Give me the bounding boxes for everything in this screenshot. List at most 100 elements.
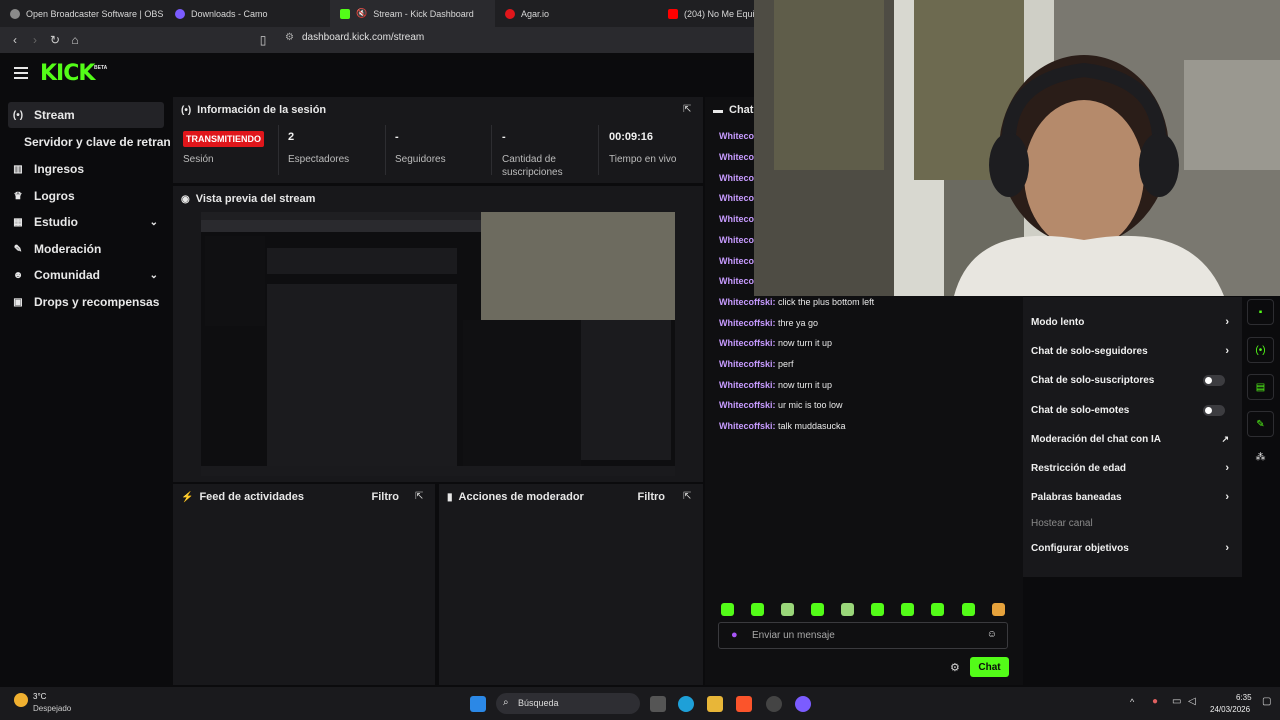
weather-icon[interactable]	[14, 693, 28, 707]
brave-icon[interactable]	[736, 696, 752, 712]
microphone-icon[interactable]: ●	[731, 629, 738, 641]
chat-user[interactable]: Whiteco	[719, 173, 754, 183]
camo-icon[interactable]	[795, 696, 811, 712]
wrench-icon[interactable]: ✎	[1247, 411, 1274, 437]
edge-icon[interactable]	[678, 696, 694, 712]
emoji-icon[interactable]: ☺	[987, 629, 997, 640]
setting-banned-words[interactable]: Palabras baneadas ›	[1031, 488, 1233, 506]
expand-icon[interactable]: ⇱	[683, 104, 695, 116]
share-icon[interactable]: ⁂	[1247, 452, 1274, 472]
setting-ai-moderation[interactable]: Moderación del chat con IA ↗	[1031, 430, 1233, 448]
emote-icon[interactable]	[871, 603, 884, 616]
forward-icon[interactable]: ›	[28, 33, 42, 47]
chat-placeholder: Enviar un mensaje	[752, 630, 835, 641]
sidebar-item-logros[interactable]: ♛ Logros	[8, 183, 164, 209]
network-icon[interactable]: ▭	[1172, 696, 1181, 707]
subscribers-only-toggle[interactable]	[1203, 374, 1225, 386]
emote-icon[interactable]	[751, 603, 764, 616]
setting-age-restriction[interactable]: Restricción de edad ›	[1031, 459, 1233, 477]
activity-filter-button[interactable]: Filtro	[372, 491, 400, 503]
bookmark-icon[interactable]: ▯	[256, 33, 270, 47]
sidebar-item-ingresos[interactable]: ▥ Ingresos	[8, 156, 164, 182]
stream-preview-header: ◉ Vista previa del stream	[181, 193, 316, 205]
chevron-right-icon: ›	[1225, 316, 1229, 328]
chat-user[interactable]: Whiteco	[719, 276, 754, 286]
taskbar-search[interactable]: ⌕ Búsqueda	[496, 693, 640, 714]
emote-icon[interactable]	[811, 603, 824, 616]
chat-message: Whitecoffski: thre ya go	[719, 318, 819, 328]
emote-icon[interactable]	[721, 603, 734, 616]
tab-kick[interactable]: 🔇 Stream - Kick Dashboard	[330, 0, 495, 27]
chat-message-input[interactable]: ● Enviar un mensaje ☺	[718, 622, 1008, 649]
sidebar: (•) Stream Servidor y clave de retransm …	[0, 95, 170, 685]
mod-filter-button[interactable]: Filtro	[638, 491, 666, 503]
setting-followers-only[interactable]: Chat de solo-seguidores ›	[1031, 342, 1233, 360]
viewers-stat: 2 Espectadores	[288, 131, 350, 165]
reload-icon[interactable]: ↻	[48, 33, 62, 47]
volume-icon[interactable]: ◁	[1188, 696, 1196, 707]
url-field[interactable]: ⚙ dashboard.kick.com/stream	[285, 32, 424, 43]
chat-send-button[interactable]: Chat	[970, 657, 1009, 677]
emote-icon[interactable]	[992, 603, 1005, 616]
sidebar-item-server-key[interactable]: Servidor y clave de retransm	[20, 129, 170, 155]
notification-icon[interactable]: ▢	[1262, 696, 1271, 707]
emote-icon[interactable]	[841, 603, 854, 616]
chat-message: Whitecoffski: now turn it up	[719, 338, 833, 348]
clock-time[interactable]: 6:35	[1236, 693, 1252, 702]
chat-bubble-icon[interactable]: ▪	[1247, 299, 1274, 325]
session-info-panel: (•) Información de la sesión ⇱ TRANSMITI…	[173, 97, 703, 183]
sidebar-item-moderacion[interactable]: ✎ Moderación	[8, 236, 164, 262]
expand-icon[interactable]: ⇱	[415, 491, 427, 503]
subs-stat: - Cantidad de suscripciones	[502, 131, 563, 178]
task-view-icon[interactable]	[650, 696, 666, 712]
emote-icon[interactable]	[931, 603, 944, 616]
tab-agar[interactable]: Agar.io	[495, 0, 655, 27]
youtube-icon	[668, 8, 678, 19]
sidebar-item-stream[interactable]: (•) Stream	[8, 102, 164, 128]
back-icon[interactable]: ‹	[8, 33, 22, 47]
obs-icon	[10, 8, 20, 19]
dashboard-icon[interactable]: ▤	[1247, 374, 1274, 400]
followers-stat: - Seguidores	[395, 131, 446, 165]
kick-logo[interactable]: KICK	[40, 61, 95, 86]
sidebar-item-comunidad[interactable]: ☻ Comunidad ⌄	[8, 262, 164, 288]
broadcast-icon[interactable]: (•)	[1247, 337, 1274, 363]
windows-start-icon[interactable]	[470, 696, 486, 712]
chevron-down-icon: ⌄	[149, 216, 158, 228]
chat-user[interactable]: Whiteco	[719, 193, 754, 203]
tab-camo[interactable]: Downloads - Camo	[165, 0, 330, 27]
preview-addressbar	[201, 220, 481, 232]
preview-webcam	[481, 212, 675, 320]
chat-user[interactable]: Whiteco	[719, 235, 754, 245]
microphone-icon[interactable]: ●	[1152, 696, 1158, 707]
chevron-right-icon: ›	[1225, 345, 1229, 357]
weather-desc: Despejado	[33, 704, 72, 713]
setting-slow-mode[interactable]: Modo lento ›	[1031, 313, 1233, 331]
settings-gear-icon[interactable]: ⚙	[950, 661, 960, 674]
chat-user[interactable]: Whiteco	[719, 152, 754, 162]
obs-icon[interactable]	[766, 696, 782, 712]
tab-youtube[interactable]: (204) No Me Equivoc	[658, 0, 754, 27]
emote-icon[interactable]	[901, 603, 914, 616]
emote-icon[interactable]	[781, 603, 794, 616]
expand-icon[interactable]: ⇱	[683, 491, 695, 503]
preview-taskbar	[201, 466, 675, 476]
sidebar-item-drops[interactable]: ▣ Drops y recompensas	[8, 289, 164, 315]
tab-obs[interactable]: Open Broadcaster Software | OBS	[0, 0, 165, 27]
file-explorer-icon[interactable]	[707, 696, 723, 712]
clock-date[interactable]: 24/03/2026	[1210, 705, 1250, 714]
chat-user[interactable]: Whiteco	[719, 131, 754, 141]
chat-user[interactable]: Whiteco	[719, 256, 754, 266]
stream-preview-video[interactable]	[201, 212, 675, 476]
chevron-up-icon[interactable]: ^	[1130, 697, 1134, 707]
chat-user[interactable]: Whiteco	[719, 214, 754, 224]
emote-icon[interactable]	[962, 603, 975, 616]
emotes-only-toggle[interactable]	[1203, 404, 1225, 416]
menu-icon[interactable]	[14, 67, 28, 82]
chat-message: Whitecoffski: ur mic is too low	[719, 400, 843, 410]
divider	[491, 125, 492, 175]
sidebar-item-estudio[interactable]: ▦ Estudio ⌄	[8, 209, 164, 235]
chat-message: Whitecoffski: click the plus bottom left	[719, 297, 875, 307]
setting-goals[interactable]: Configurar objetivos ›	[1031, 539, 1233, 557]
home-icon[interactable]: ⌂	[68, 33, 82, 47]
